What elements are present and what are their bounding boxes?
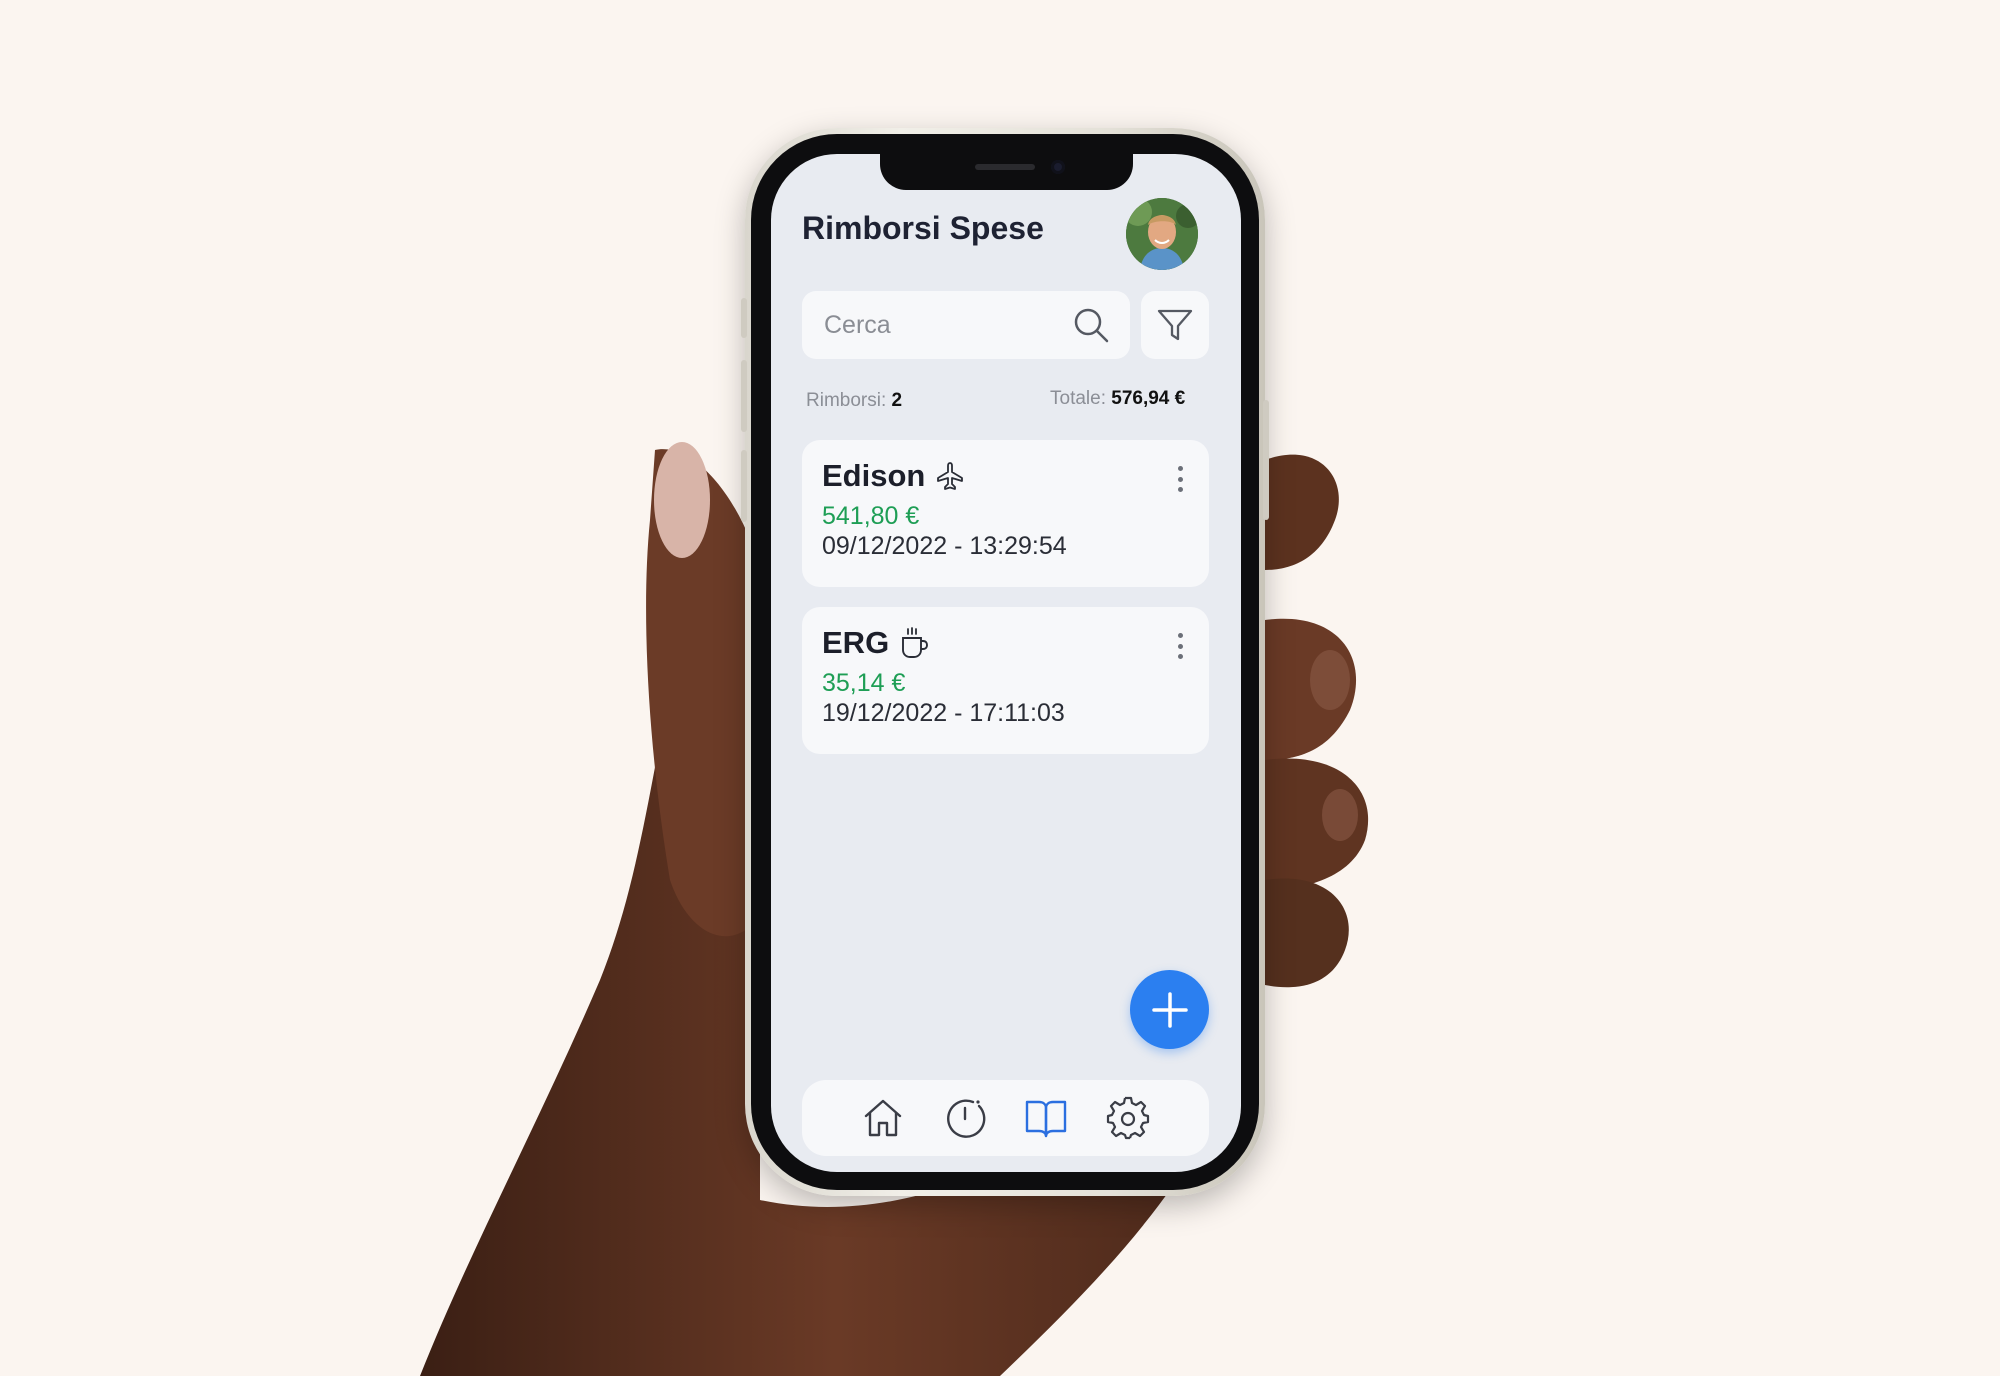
filter-icon — [1157, 309, 1193, 341]
book-icon — [1026, 1100, 1067, 1138]
nav-history-button[interactable] — [942, 1095, 988, 1141]
phone-speaker — [975, 164, 1035, 170]
reimbursement-total: Totale: 576,94 € — [1050, 388, 1185, 410]
filter-button[interactable] — [1141, 291, 1209, 359]
reimbursement-count-label: Rimborsi: — [806, 390, 887, 411]
phone-volume-up-button — [741, 360, 747, 432]
expense-title: ERG — [822, 625, 929, 661]
phone-volume-down-button — [741, 450, 747, 522]
reimbursement-total-value: 576,94 € — [1111, 388, 1186, 409]
page-title: Rimborsi Spese — [802, 210, 1044, 246]
add-expense-button[interactable] — [1130, 970, 1209, 1049]
expense-name: Edison — [822, 458, 926, 493]
nav-reimbursements-button[interactable] — [1023, 1095, 1069, 1141]
coffee-cup-icon — [902, 627, 929, 658]
bottom-nav — [802, 1080, 1209, 1156]
avatar[interactable] — [1126, 198, 1198, 270]
reimbursement-count: Rimborsi: 2 — [806, 390, 902, 412]
search-icon[interactable] — [1072, 306, 1110, 344]
expense-card[interactable]: ERG 35,14 € 19/12/2022 - 17:11:03 — [802, 607, 1209, 754]
search-input[interactable] — [822, 309, 1076, 341]
reimbursement-total-label: Totale: — [1050, 388, 1106, 409]
plus-icon — [1151, 991, 1188, 1028]
home-icon — [864, 1099, 902, 1137]
clock-icon — [946, 1099, 986, 1138]
phone-side-button — [741, 298, 747, 338]
phone-camera — [1051, 160, 1065, 174]
nav-settings-button[interactable] — [1105, 1095, 1151, 1141]
more-options-icon[interactable] — [1175, 466, 1185, 492]
more-options-icon[interactable] — [1175, 633, 1185, 659]
expense-card[interactable]: Edison 541,80 € 09/12/2022 - 13:29:54 — [802, 440, 1209, 587]
expense-title: Edison — [822, 458, 965, 494]
expense-datetime: 19/12/2022 - 17:11:03 — [822, 699, 1065, 727]
nav-home-button[interactable] — [860, 1095, 906, 1141]
expense-amount: 541,80 € — [822, 502, 920, 530]
avatar-image — [1126, 198, 1198, 270]
expense-name: ERG — [822, 625, 890, 660]
reimbursement-count-value: 2 — [891, 390, 903, 411]
expense-datetime: 09/12/2022 - 13:29:54 — [822, 532, 1067, 560]
airplane-icon — [937, 462, 964, 490]
phone-notch — [880, 152, 1133, 190]
expense-amount: 35,14 € — [822, 669, 906, 697]
search-box — [802, 291, 1130, 359]
gear-icon — [1107, 1096, 1150, 1140]
phone-power-button — [1263, 400, 1269, 520]
